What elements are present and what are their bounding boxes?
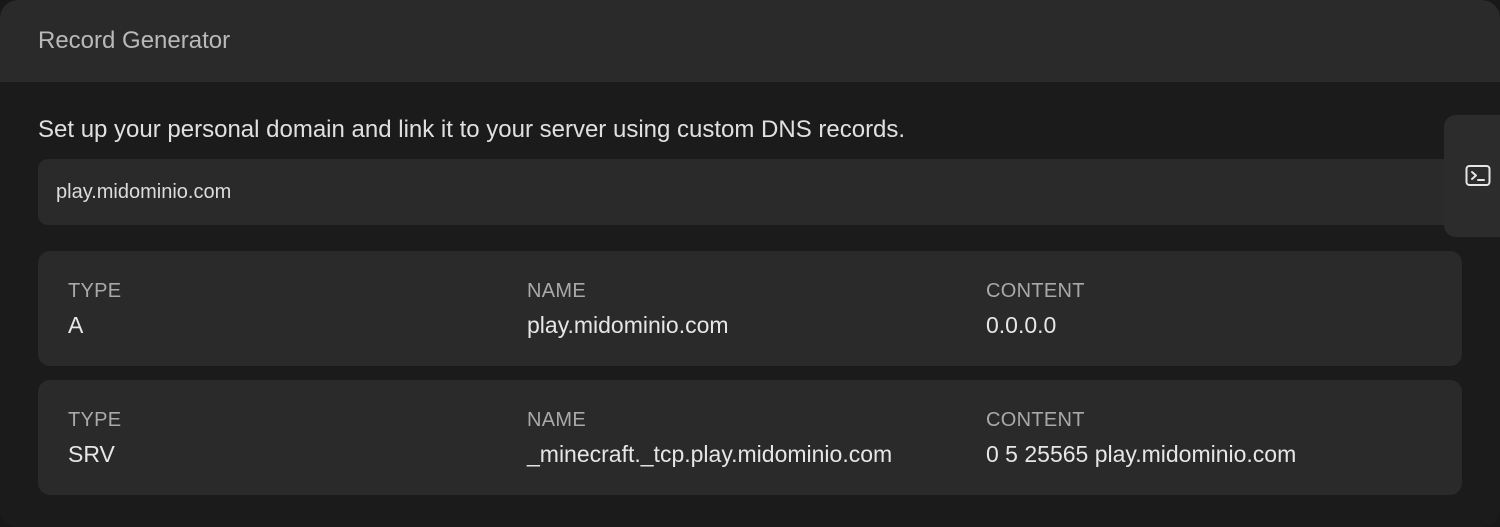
content-value[interactable]: 0 5 25565 play.midominio.com (986, 440, 1296, 468)
content-label: CONTENT (986, 280, 1085, 302)
record-name-column: NAME play.midominio.com (527, 279, 729, 339)
content-label: CONTENT (986, 409, 1085, 431)
name-value[interactable]: play.midominio.com (527, 311, 729, 339)
domain-input[interactable] (38, 159, 1462, 225)
type-value: SRV (68, 441, 115, 467)
type-label: TYPE (68, 409, 122, 431)
record-generator-panel: Record Generator Set up your personal do… (0, 0, 1500, 527)
terminal-icon (1465, 164, 1491, 188)
record-content-column: CONTENT 0.0.0.0 (986, 279, 1085, 339)
record-type-column: TYPE SRV (68, 408, 121, 468)
description-text: Set up your personal domain and link it … (38, 116, 906, 143)
record-card: TYPE SRV NAME _minecraft._tcp.play.midom… (38, 380, 1462, 495)
name-label: NAME (527, 409, 586, 431)
record-card: TYPE A NAME play.midominio.com CONTENT 0… (38, 251, 1462, 366)
name-value[interactable]: _minecraft._tcp.play.midominio.com (527, 440, 892, 468)
type-value: A (68, 312, 84, 338)
panel-header: Record Generator (0, 0, 1500, 82)
record-name-column: NAME _minecraft._tcp.play.midominio.com (527, 408, 892, 468)
record-content-column: CONTENT 0 5 25565 play.midominio.com (986, 408, 1296, 468)
name-label: NAME (527, 280, 586, 302)
console-side-tab[interactable] (1444, 115, 1500, 237)
panel-title: Record Generator (38, 27, 231, 54)
type-label: TYPE (68, 280, 122, 302)
record-type-column: TYPE A (68, 279, 121, 339)
content-value[interactable]: 0.0.0.0 (986, 311, 1085, 339)
